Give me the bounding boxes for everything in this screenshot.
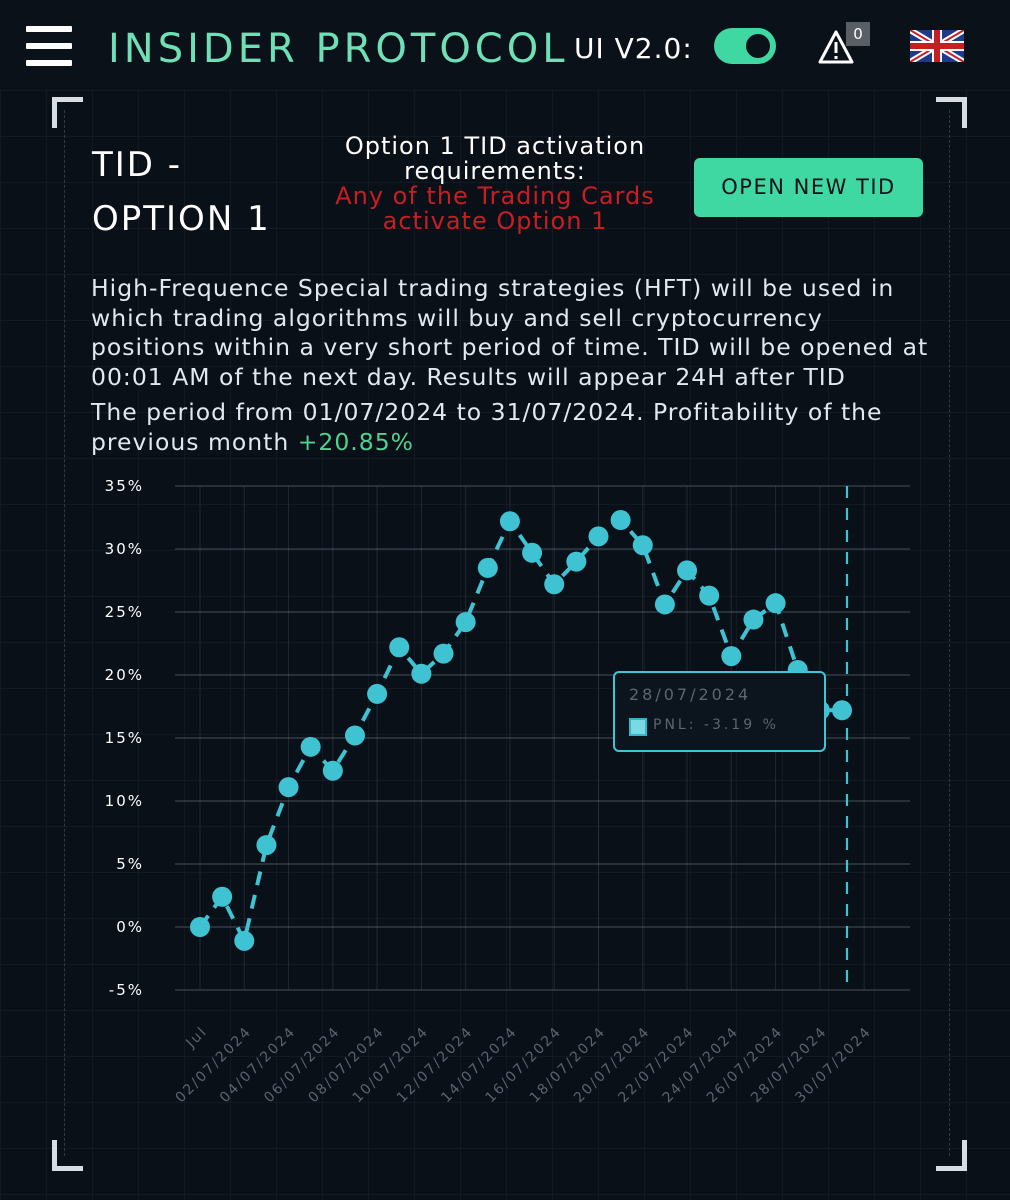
x-tick-label: 02/07/2024: [173, 1024, 256, 1107]
ui-version-label: UI V2.0:: [574, 32, 693, 65]
x-tick-label: 12/07/2024: [394, 1024, 477, 1107]
x-tick-label: 10/07/2024: [350, 1024, 433, 1107]
y-tick-label: 10%: [105, 792, 144, 810]
data-point: [588, 526, 609, 547]
pnl-chart-svg[interactable]: 35% 30% 25% 20% 15% 10% 5% 0% -5% Jul02/07/202404…: [0, 470, 1010, 1130]
data-point: [721, 646, 742, 667]
data-point: [212, 886, 233, 907]
y-tick-label: 15%: [105, 729, 144, 747]
data-point: [522, 542, 543, 563]
menu-icon[interactable]: [26, 26, 74, 66]
x-tick-label: Jul: [183, 1024, 211, 1052]
frame-corner: [52, 1140, 83, 1171]
data-point: [234, 930, 255, 951]
uk-flag-icon: [908, 27, 966, 65]
toggle-knob: [746, 34, 770, 58]
panel-title: TID - OPTION 1: [92, 138, 312, 246]
y-tick-label: 5%: [116, 855, 144, 873]
x-tick-label: 30/07/2024: [792, 1024, 875, 1107]
data-point: [654, 594, 675, 615]
x-tick-label: 04/07/2024: [217, 1024, 300, 1107]
y-tick-label: 0%: [116, 918, 144, 936]
ui-version-toggle[interactable]: [714, 28, 776, 64]
frame-corner: [936, 1140, 967, 1171]
x-tick-label: 16/07/2024: [483, 1024, 566, 1107]
requirements-title: Option 1 TID activation requirements:: [344, 132, 646, 185]
open-new-tid-button[interactable]: OPEN NEW TID: [694, 158, 923, 217]
frame-corner: [52, 97, 83, 128]
frame-corner: [936, 97, 967, 128]
period-text-block: The period from 01/07/2024 to 31/07/2024…: [91, 398, 931, 457]
y-tick-label: 30%: [105, 540, 144, 558]
panel-title-line2: OPTION 1: [92, 199, 271, 239]
data-point: [832, 700, 852, 721]
data-point: [411, 663, 432, 684]
panel-title-line1: TID -: [92, 145, 183, 185]
data-point: [765, 593, 786, 614]
top-bar: INSIDER PROTOCOL UI V2.0: 0: [0, 0, 1010, 90]
data-point: [699, 585, 720, 606]
description-text: High-Frequence Special trading strategie…: [91, 274, 929, 391]
data-point: [677, 560, 698, 581]
x-tick-label: 24/07/2024: [660, 1024, 743, 1107]
data-point: [190, 917, 210, 937]
y-tick-label: 20%: [105, 666, 144, 684]
x-tick-label: 20/07/2024: [571, 1024, 654, 1107]
data-point: [367, 683, 388, 704]
data-point: [344, 725, 365, 746]
x-tick-label: 26/07/2024: [704, 1024, 787, 1107]
x-tick-label: 28/07/2024: [748, 1024, 831, 1107]
activation-requirements: Option 1 TID activation requirements: An…: [320, 134, 670, 234]
x-tick-label: 14/07/2024: [438, 1024, 521, 1107]
data-point: [566, 551, 587, 572]
requirements-detail: Any of the Trading Cards activate Option…: [335, 182, 655, 235]
x-tick-label: 18/07/2024: [527, 1024, 610, 1107]
strategy-description: High-Frequence Special trading strategie…: [91, 274, 931, 457]
data-point: [544, 574, 565, 595]
data-point: [632, 535, 653, 556]
tooltip-series-swatch: [629, 718, 647, 736]
data-point: [477, 557, 498, 578]
y-tick-label: 35%: [105, 477, 144, 495]
pnl-chart[interactable]: 35% 30% 25% 20% 15% 10% 5% 0% -5% Jul 02/07/2024 04…: [0, 470, 1010, 1130]
data-point: [256, 835, 277, 856]
tooltip-pnl-label: PNL:: [653, 717, 697, 733]
alert-count-badge: 0: [846, 22, 870, 46]
y-tick-label: -5%: [109, 981, 144, 999]
data-point: [278, 777, 299, 798]
data-point: [433, 643, 454, 664]
profitability-value: +20.85%: [297, 427, 414, 456]
tooltip-pnl: PNL: -3.19 %: [653, 717, 779, 733]
data-point: [389, 637, 410, 658]
brand-logo[interactable]: INSIDER PROTOCOL: [108, 26, 569, 72]
language-selector[interactable]: [908, 27, 966, 65]
tooltip-pnl-value: -3.19 %: [703, 717, 779, 733]
x-tick-label: 22/07/2024: [615, 1024, 698, 1107]
alert-button[interactable]: 0: [816, 22, 872, 68]
chart-tooltip: 28/07/2024 PNL: -3.19 %: [613, 671, 826, 752]
x-tick-label: 08/07/2024: [305, 1024, 388, 1107]
data-point: [322, 760, 343, 781]
y-tick-label: 25%: [105, 603, 144, 621]
x-tick-label: 06/07/2024: [261, 1024, 344, 1107]
data-point: [610, 510, 631, 531]
data-point: [300, 736, 321, 757]
period-text: The period from 01/07/2024 to 31/07/2024…: [91, 398, 883, 456]
tooltip-date: 28/07/2024: [629, 685, 752, 704]
data-point: [499, 511, 520, 532]
data-point: [743, 609, 764, 630]
data-point: [455, 612, 476, 633]
